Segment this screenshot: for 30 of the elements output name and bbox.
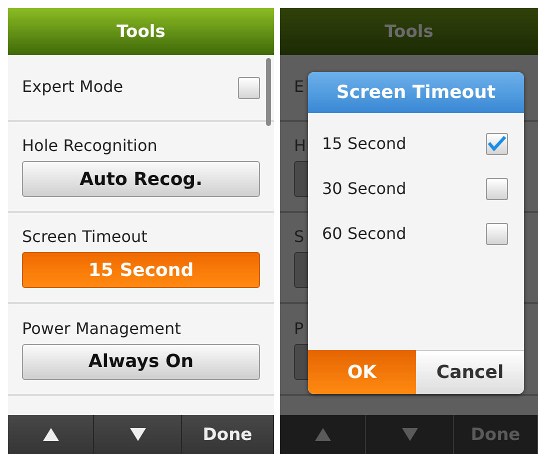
setting-label: Hole Recognition bbox=[22, 136, 158, 155]
up-triangle-icon bbox=[42, 428, 58, 441]
checkbox[interactable] bbox=[238, 76, 260, 98]
scrollbar bbox=[266, 58, 271, 126]
setting-label: E bbox=[294, 76, 304, 96]
setting-value-button[interactable]: Auto Recog. bbox=[22, 161, 260, 197]
setting-label: S bbox=[294, 227, 304, 246]
setting-label: H bbox=[294, 136, 306, 155]
setting-label: P bbox=[294, 318, 304, 338]
up-triangle-icon bbox=[314, 428, 330, 441]
checkbox[interactable] bbox=[486, 222, 508, 244]
screen-title: Tools bbox=[116, 22, 166, 42]
screen-title: Tools bbox=[384, 22, 434, 42]
done-button[interactable]: Done bbox=[182, 415, 274, 454]
option-label: 60 Second bbox=[322, 224, 406, 243]
checkbox[interactable] bbox=[486, 178, 508, 200]
setting-value-button[interactable]: Always On bbox=[22, 344, 260, 380]
scroll-down-button[interactable] bbox=[94, 415, 182, 454]
down-triangle-icon bbox=[130, 428, 146, 441]
checkmark-icon bbox=[488, 136, 506, 151]
checkbox[interactable] bbox=[486, 132, 508, 154]
dialog-title: Screen Timeout bbox=[308, 72, 524, 113]
option-label: 15 Second bbox=[322, 134, 406, 153]
option-label: 30 Second bbox=[322, 179, 406, 198]
down-triangle-icon bbox=[402, 428, 418, 441]
setting-label: Power Management bbox=[22, 318, 181, 338]
scroll-up-button[interactable] bbox=[8, 415, 94, 454]
setting-label: Expert Mode bbox=[22, 76, 124, 96]
cancel-button[interactable]: Cancel bbox=[416, 350, 524, 394]
setting-label: Screen Timeout bbox=[22, 227, 148, 246]
